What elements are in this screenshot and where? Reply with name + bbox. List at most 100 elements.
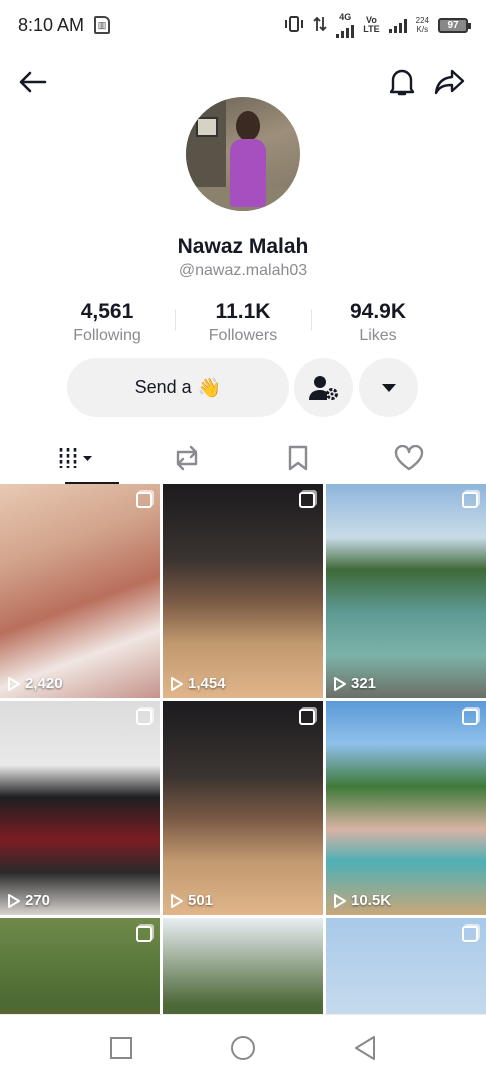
following-count: 4,561 xyxy=(80,300,134,323)
heart-icon xyxy=(394,445,424,471)
view-count-text: 10.5K xyxy=(351,892,392,909)
bookmark-icon xyxy=(288,445,308,471)
video-thumbnail xyxy=(0,701,160,915)
user-gear-icon xyxy=(308,375,338,400)
caret-down-icon xyxy=(381,383,396,392)
speed-unit: K/s xyxy=(416,25,429,34)
likes-stat[interactable]: 94.9K Likes xyxy=(313,300,443,345)
view-count-text: 1,454 xyxy=(188,675,226,692)
send-wave-button[interactable]: Send a 👋 xyxy=(67,358,289,417)
send-label: Send a xyxy=(134,377,192,397)
avatar-dress xyxy=(230,139,266,207)
view-count-text: 501 xyxy=(188,892,214,909)
multi-photo-icon xyxy=(299,709,315,725)
following-stat[interactable]: 4,561 Following xyxy=(42,300,172,345)
video-thumbnail xyxy=(163,484,323,698)
profile-name: Nawaz Malah xyxy=(177,235,309,258)
avatar-head xyxy=(236,111,260,141)
video-thumbnail xyxy=(0,484,160,698)
profile-handle: @nawaz.malah03 xyxy=(178,262,308,279)
multi-photo-icon xyxy=(299,492,315,508)
avatar-window xyxy=(196,117,218,137)
repost-icon xyxy=(176,445,198,471)
multi-photo-icon xyxy=(136,709,152,725)
speed-value: 224 xyxy=(415,16,429,25)
multi-photo-icon xyxy=(462,709,478,725)
profile-stats: 4,561 Following 11.1K Followers 94.9K Li… xyxy=(0,300,486,346)
signal-bars-icon-2 xyxy=(388,17,407,33)
video-tile[interactable]: 2,420 xyxy=(0,484,160,698)
waving-hand-icon: 👋 xyxy=(197,377,222,399)
profile-actions: Send a 👋 xyxy=(0,358,486,418)
view-count-text: 2,420 xyxy=(25,675,63,692)
status-icons: 4G Vo LTE 224 K/s 97 xyxy=(284,12,471,38)
video-thumbnail xyxy=(326,701,486,915)
video-thumbnail xyxy=(163,701,323,915)
video-tile[interactable] xyxy=(163,918,323,1014)
profile-avatar[interactable] xyxy=(186,97,300,211)
user-settings-button[interactable] xyxy=(294,358,353,417)
multi-photo-icon xyxy=(136,492,152,508)
stat-divider xyxy=(175,310,176,330)
followers-count: 11.1K xyxy=(215,300,271,323)
play-icon xyxy=(8,893,20,908)
play-icon xyxy=(334,893,346,908)
network-speed: 224 K/s xyxy=(416,16,429,34)
system-back-button[interactable] xyxy=(350,1033,380,1063)
view-count: 501 xyxy=(171,892,213,909)
followers-label: Followers xyxy=(208,327,278,344)
video-grid: 2,420 1,454 321 270 501 10.5K xyxy=(0,484,486,1014)
video-thumbnail xyxy=(163,918,323,1014)
video-tile[interactable]: 321 xyxy=(326,484,486,698)
view-count: 2,420 xyxy=(8,675,63,692)
battery-icon: 97 xyxy=(438,17,471,33)
multi-photo-icon xyxy=(136,926,152,942)
multi-photo-icon xyxy=(462,926,478,942)
back-button[interactable] xyxy=(12,62,52,102)
likes-label: Likes xyxy=(359,327,397,344)
stat-divider xyxy=(311,310,312,330)
arrow-left-icon xyxy=(19,71,47,93)
signal-bars-icon xyxy=(336,22,355,38)
share-arrow-icon xyxy=(434,69,465,95)
sim-card-icon: ▥ xyxy=(94,16,111,34)
profile-tabs xyxy=(0,432,486,484)
circle-icon xyxy=(231,1036,255,1060)
home-button[interactable] xyxy=(228,1033,258,1063)
share-button[interactable] xyxy=(430,62,470,102)
tab-liked[interactable] xyxy=(348,432,470,484)
video-tile[interactable] xyxy=(326,918,486,1014)
view-count: 270 xyxy=(8,892,50,909)
play-icon xyxy=(8,676,20,691)
video-tile[interactable]: 270 xyxy=(0,701,160,915)
video-tile[interactable] xyxy=(0,918,160,1014)
view-count: 321 xyxy=(334,675,376,692)
view-count-text: 270 xyxy=(25,892,51,909)
video-tile[interactable]: 1,454 xyxy=(163,484,323,698)
tab-favorites[interactable] xyxy=(237,432,359,484)
status-time: 8:10 AM xyxy=(18,14,85,35)
multi-photo-icon xyxy=(462,492,478,508)
tab-videos[interactable] xyxy=(16,432,138,484)
data-transfer-icon xyxy=(313,16,327,35)
video-thumbnail xyxy=(326,484,486,698)
square-icon xyxy=(110,1037,132,1059)
vibrate-icon xyxy=(284,15,304,35)
notifications-button[interactable] xyxy=(382,62,422,102)
more-options-button[interactable] xyxy=(359,358,418,417)
video-tile[interactable]: 501 xyxy=(163,701,323,915)
view-count: 10.5K xyxy=(334,892,391,909)
recent-apps-button[interactable] xyxy=(106,1033,136,1063)
view-count: 1,454 xyxy=(171,675,226,692)
tab-reposts[interactable] xyxy=(126,432,248,484)
play-icon xyxy=(171,893,183,908)
bell-icon xyxy=(389,69,415,96)
followers-stat[interactable]: 11.1K Followers xyxy=(178,300,308,345)
triangle-back-icon xyxy=(355,1036,375,1060)
signal-4g: 4G xyxy=(336,12,355,38)
videos-grid-icon xyxy=(59,448,92,468)
play-icon xyxy=(334,676,346,691)
volte-indicator: Vo LTE xyxy=(363,16,379,34)
play-icon xyxy=(171,676,183,691)
video-tile[interactable]: 10.5K xyxy=(326,701,486,915)
